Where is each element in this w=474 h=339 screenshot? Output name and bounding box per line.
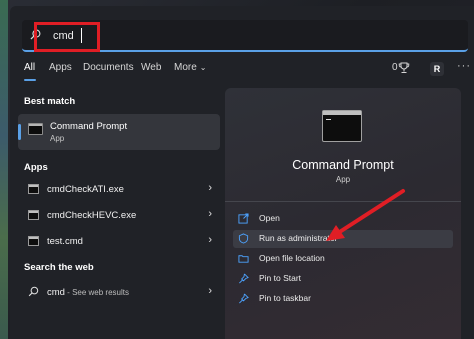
more-options-icon[interactable]: ···	[457, 60, 471, 72]
web-result-label: cmd - See web results	[47, 287, 129, 298]
desktop-wallpaper-edge	[0, 0, 8, 339]
divider	[225, 201, 461, 202]
best-match-heading: Best match	[24, 96, 76, 107]
best-match-result[interactable]: Command Prompt App	[18, 114, 220, 150]
executable-icon	[28, 184, 39, 194]
web-result-suffix: - See web results	[64, 288, 129, 297]
action-pin-to-taskbar[interactable]: Pin to taskbar	[233, 290, 453, 308]
rewards-trophy-icon[interactable]	[398, 62, 410, 74]
list-item[interactable]: cmdCheckATI.exe ›	[18, 179, 220, 201]
account-avatar[interactable]: R	[430, 62, 444, 76]
action-label: Pin to taskbar	[259, 293, 311, 303]
rewards-points[interactable]: 0	[392, 62, 398, 73]
tab-web[interactable]: Web	[141, 62, 161, 73]
executable-icon	[28, 210, 39, 220]
best-match-name: Command Prompt	[50, 121, 128, 132]
result-details-pane: Command Prompt App Open Run as administr…	[225, 88, 461, 339]
open-icon	[238, 213, 249, 224]
tab-more-label: More	[174, 62, 197, 73]
start-search-panel: cmd All Apps Documents Web More ⌄ 0 R ···…	[10, 6, 474, 339]
action-label: Open	[259, 213, 280, 223]
details-subtitle: App	[335, 175, 351, 184]
list-item[interactable]: test.cmd ›	[18, 231, 220, 253]
selection-accent	[18, 124, 21, 140]
web-result-query: cmd	[47, 287, 65, 298]
tab-documents[interactable]: Documents	[83, 62, 134, 73]
details-title: Command Prompt	[292, 158, 394, 172]
command-prompt-icon	[28, 123, 43, 135]
web-search-result[interactable]: cmd - See web results ›	[18, 282, 220, 304]
shield-icon	[238, 233, 249, 244]
pin-icon	[239, 293, 249, 304]
action-open-file-location[interactable]: Open file location	[233, 250, 453, 268]
action-label: Open file location	[259, 253, 325, 263]
search-web-heading: Search the web	[24, 262, 94, 273]
pin-icon	[239, 273, 249, 284]
action-pin-to-start[interactable]: Pin to Start	[233, 270, 453, 288]
command-prompt-large-icon	[322, 110, 362, 142]
action-label: Run as administrator	[259, 233, 338, 243]
app-name: cmdCheckATI.exe	[47, 184, 124, 195]
action-label: Pin to Start	[259, 273, 302, 283]
action-open[interactable]: Open	[233, 210, 453, 228]
app-name: cmdCheckHEVC.exe	[47, 210, 137, 221]
list-item[interactable]: cmdCheckHEVC.exe ›	[18, 205, 220, 227]
action-run-as-administrator[interactable]: Run as administrator	[233, 230, 453, 248]
search-icon	[28, 286, 39, 297]
chevron-right-icon[interactable]: ›	[208, 182, 212, 194]
tab-more[interactable]: More ⌄	[174, 62, 207, 73]
active-tab-indicator	[24, 79, 36, 81]
tab-apps[interactable]: Apps	[49, 62, 72, 73]
folder-icon	[238, 255, 249, 263]
tab-all[interactable]: All	[24, 62, 35, 73]
chevron-right-icon[interactable]: ›	[208, 234, 212, 246]
chevron-right-icon[interactable]: ›	[208, 208, 212, 220]
chevron-down-icon: ⌄	[199, 63, 207, 72]
annotation-highlight-box	[34, 22, 100, 52]
script-file-icon	[28, 236, 39, 246]
apps-heading: Apps	[24, 162, 48, 173]
chevron-right-icon[interactable]: ›	[208, 285, 212, 297]
app-name: test.cmd	[47, 236, 83, 247]
best-match-type: App	[50, 134, 65, 143]
